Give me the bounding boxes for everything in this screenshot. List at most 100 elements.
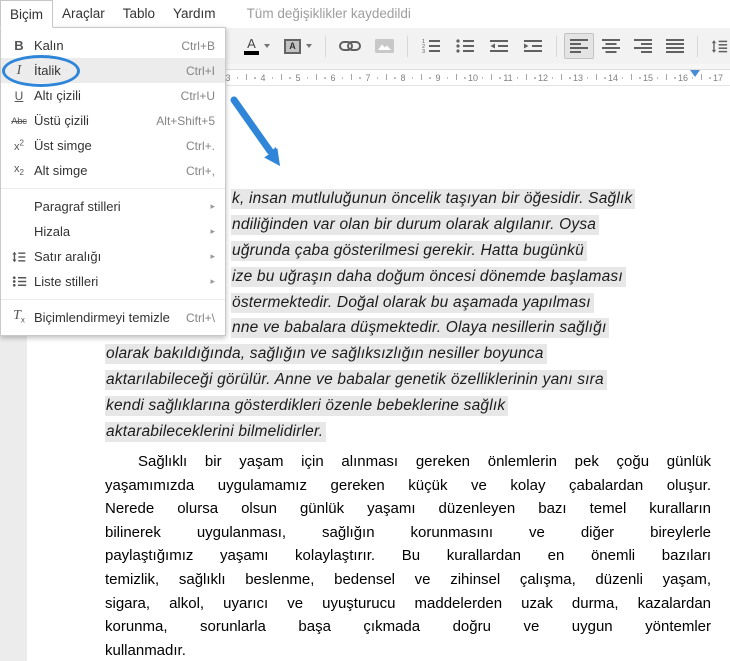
document-text-line[interactable]: aktarabileceklerini bilmelidirler. <box>105 419 723 445</box>
right-indent-marker[interactable] <box>690 70 700 77</box>
menu-item-label: Üst simge <box>34 138 92 153</box>
ruler-tick <box>464 77 466 79</box>
menu-item-align[interactable]: Hizala ▸ <box>1 219 225 244</box>
ruler-tick <box>394 77 396 79</box>
menu-item-paragraph-styles[interactable]: Paragraf stilleri ▸ <box>1 194 225 219</box>
ruler-number: 10 <box>467 73 479 83</box>
bulleted-list-button[interactable] <box>449 33 481 59</box>
ruler-tick <box>254 77 256 79</box>
selected-text: kendi sağlıklarına gösterdikleri özenle … <box>105 396 509 417</box>
ruler-number: 7 <box>365 73 371 83</box>
menu-item-superscript[interactable]: x2 Üst simge Ctrl+. <box>1 133 225 158</box>
ruler-tick <box>306 77 309 79</box>
indent-icon <box>523 39 543 53</box>
image-icon <box>375 39 394 53</box>
line-spacing-button[interactable] <box>705 33 730 59</box>
ruler-tick <box>569 77 571 79</box>
ruler-tick <box>341 77 344 79</box>
highlight-color-icon: A <box>284 38 301 54</box>
menu-item-clear-formatting[interactable]: Tx Biçimlendirmeyi temizle Ctrl+\ <box>1 305 225 330</box>
link-icon <box>339 39 361 53</box>
document-text-line[interactable]: kullanmadır. <box>105 639 711 661</box>
insert-image-button[interactable] <box>369 33 400 59</box>
document-text-line[interactable]: korunma, sorunlarla başa çıkmada doğru v… <box>105 615 711 639</box>
ruler-number: 8 <box>400 73 406 83</box>
ruler-tick <box>604 77 606 79</box>
ruler-number: 16 <box>677 73 689 83</box>
arrow-annotation <box>230 96 280 166</box>
ruler-number: 6 <box>330 73 336 83</box>
menu-item-label: Liste stilleri <box>34 274 99 289</box>
menu-item-label: Kalın <box>34 38 64 53</box>
align-left-button[interactable] <box>564 33 594 59</box>
ruler-tick <box>411 77 414 79</box>
menu-item-line-spacing[interactable]: Satır aralığı ▸ <box>1 244 225 269</box>
text-color-button[interactable]: A <box>238 33 276 59</box>
ruler-tick <box>245 74 247 80</box>
ruler-tick <box>446 77 449 79</box>
increase-indent-button[interactable] <box>517 33 549 59</box>
ruler-tick <box>621 77 624 79</box>
menu-shortcut: Ctrl+U <box>180 88 215 103</box>
document-text-line[interactable]: yaşamımızda uygulamamız gereken küçük ve… <box>105 474 711 498</box>
document-text-line[interactable]: temizlik, sağlıklı beslenme, bedensel ve… <box>105 568 711 592</box>
toolbar-separator <box>407 35 408 57</box>
highlight-color-button[interactable]: A <box>278 33 318 59</box>
align-right-icon <box>634 39 652 53</box>
toolbar-separator <box>556 35 557 57</box>
line-spacing-icon <box>9 251 29 263</box>
body-paragraph[interactable]: Sağlıklı bir yaşam için alınması gereken… <box>105 450 711 661</box>
menubar-item-araclar[interactable]: Araçlar <box>53 0 114 28</box>
align-center-button[interactable] <box>596 33 626 59</box>
document-text-line[interactable]: paylaştığımız yaşamı kolaylaştırır. Bu k… <box>105 544 711 568</box>
justify-button[interactable] <box>660 33 690 59</box>
ruler-number: 5 <box>295 73 301 83</box>
ruler-tick <box>376 77 379 79</box>
menu-item-list-styles[interactable]: Liste stilleri ▸ <box>1 269 225 294</box>
align-right-button[interactable] <box>628 33 658 59</box>
selected-text: nne ve babalara düşmektedir. Olaya nesil… <box>231 318 610 339</box>
numbered-list-button[interactable]: 123 <box>415 33 447 59</box>
ruler-tick <box>280 74 282 80</box>
ruler-tick <box>700 74 702 80</box>
selected-text: ize bu uğraşın daha doğum öncesi dönemde… <box>231 266 626 287</box>
menu-shortcut: Ctrl+, <box>185 163 215 178</box>
menu-shortcut: Alt+Shift+5 <box>156 113 215 128</box>
menubar-item-bicim[interactable]: Biçim <box>0 0 53 28</box>
insert-link-button[interactable] <box>333 33 367 59</box>
ruler-tick <box>455 74 457 80</box>
document-text-line[interactable]: bilinerek uygulanması, sağlığın korunmas… <box>105 521 711 545</box>
selected-text: olarak bakıldığında, sağlığın ve sağlıks… <box>105 344 547 365</box>
menu-item-label: Biçimlendirmeyi temizle <box>34 310 170 325</box>
align-center-icon <box>602 39 620 53</box>
document-text-line[interactable]: Nerede olursa olsun günlük yaşamı düzenl… <box>105 497 711 521</box>
strikethrough-icon: Abc <box>11 115 27 127</box>
menu-item-label: Üstü çizili <box>34 113 89 128</box>
ruler-tick <box>639 77 641 79</box>
document-text-line[interactable]: sigara, alkol, uyarıcı ve uyuşturucu mad… <box>105 592 711 616</box>
menu-item-label: Paragraf stilleri <box>34 199 121 214</box>
ruler-number: 4 <box>260 73 266 83</box>
menu-separator <box>1 299 225 300</box>
ruler-tick <box>551 77 554 79</box>
menu-shortcut: Ctrl+. <box>185 138 215 153</box>
toolbar-separator <box>697 35 698 57</box>
numbered-list-icon: 123 <box>421 39 441 55</box>
outdent-icon <box>489 39 509 53</box>
menu-item-strikethrough[interactable]: Abc Üstü çizili Alt+Shift+5 <box>1 108 225 133</box>
decrease-indent-button[interactable] <box>483 33 515 59</box>
document-text-line[interactable]: Sağlıklı bir yaşam için alınması gereken… <box>105 450 711 474</box>
document-text-line[interactable]: aktarılabileceği görülür. Anne ve babala… <box>105 367 723 393</box>
document-text-line[interactable]: kendi sağlıklarına gösterdikleri özenle … <box>105 393 723 419</box>
document-text-line[interactable]: olarak bakıldığında, sağlığın ve sağlıks… <box>105 341 723 367</box>
menubar-item-tablo[interactable]: Tablo <box>114 0 164 28</box>
line-spacing-toolbar-icon <box>711 39 728 54</box>
justify-icon <box>666 39 684 53</box>
ruler-tick <box>236 77 239 79</box>
menu-item-subscript[interactable]: x2 Alt simge Ctrl+, <box>1 158 225 183</box>
menu-bar: Biçim Araçlar Tablo Yardım Tüm değişikli… <box>0 0 730 28</box>
clear-formatting-icon: Tx <box>13 307 25 325</box>
ruler-tick <box>709 77 711 79</box>
selected-text: östermektedir. Doğal olarak bu aşamada y… <box>231 292 594 313</box>
menubar-item-yardim[interactable]: Yardım <box>164 0 225 28</box>
